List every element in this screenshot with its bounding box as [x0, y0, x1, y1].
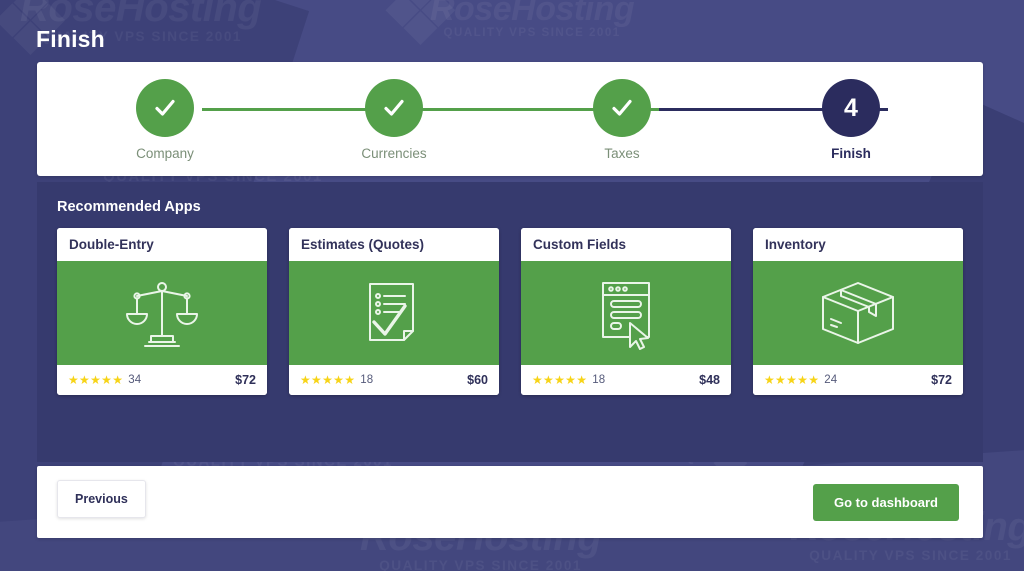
app-price: $72: [931, 373, 952, 387]
document-check-icon: [369, 283, 414, 341]
app-rating: ★★★★★ 18: [532, 374, 605, 386]
step-circle: [593, 79, 651, 137]
star-rating-icon: ★★★★★: [300, 373, 356, 387]
step-circle: 4: [822, 79, 880, 137]
step-circle: [365, 79, 423, 137]
rating-count: 24: [824, 374, 838, 386]
app-card-inventory[interactable]: Inventory ★★★★★ 24 $72: [753, 228, 963, 395]
package-box-icon: [822, 282, 894, 344]
setup-stepper-card: Company Currencies Taxes 4 Finish: [37, 62, 983, 176]
star-rating-icon: ★★★★★: [764, 373, 820, 387]
recommended-apps-title: Recommended Apps: [57, 199, 201, 215]
step-number: 4: [844, 93, 858, 122]
app-card-footer: ★★★★★ 18 $48: [521, 365, 731, 395]
app-price: $48: [699, 373, 720, 387]
app-price: $60: [467, 373, 488, 387]
check-icon: [384, 99, 404, 116]
app-rating: ★★★★★ 24: [764, 374, 837, 386]
stepper-item-label: Currencies: [361, 146, 427, 161]
app-card-artwork: [57, 261, 267, 365]
go-to-dashboard-button[interactable]: Go to dashboard: [813, 484, 959, 521]
app-card-artwork: [753, 261, 963, 365]
previous-button[interactable]: Previous: [57, 480, 146, 518]
form-window-cursor-icon: [602, 282, 650, 350]
page-title: Finish: [36, 26, 105, 52]
recommended-apps-panel: Recommended Apps Double-Entry ★★★★★ 34 $…: [37, 182, 983, 462]
stepper-item-finish[interactable]: 4 Finish: [798, 79, 904, 161]
app-card-footer: ★★★★★ 24 $72: [753, 365, 963, 395]
stepper-item-currencies[interactable]: Currencies: [341, 79, 447, 161]
app-card-title: Estimates (Quotes): [289, 228, 499, 261]
rating-count: 34: [128, 374, 142, 386]
app-card-title: Inventory: [753, 228, 963, 261]
stepper-item-label: Taxes: [604, 146, 640, 161]
app-card-artwork: [289, 261, 499, 365]
stepper-item-taxes[interactable]: Taxes: [569, 79, 675, 161]
star-rating-icon: ★★★★★: [532, 373, 588, 387]
app-rating: ★★★★★ 18: [300, 374, 373, 386]
app-card-artwork: [521, 261, 731, 365]
app-price: $72: [235, 373, 256, 387]
stepper: Company Currencies Taxes 4 Finish: [37, 62, 983, 176]
app-card-title: Double-Entry: [57, 228, 267, 261]
wizard-footer-bar: Previous Go to dashboard: [37, 466, 983, 538]
step-circle: [136, 79, 194, 137]
balance-scales-icon: [126, 282, 198, 347]
app-card-double-entry[interactable]: Double-Entry ★★★★★ 34 $72: [57, 228, 267, 395]
stepper-item-label: Finish: [831, 146, 871, 161]
rating-count: 18: [360, 374, 374, 386]
check-icon: [612, 99, 632, 116]
app-card-title: Custom Fields: [521, 228, 731, 261]
app-rating: ★★★★★ 34: [68, 374, 141, 386]
app-card-estimates-quotes[interactable]: Estimates (Quotes) ★★★★★ 18 $60: [289, 228, 499, 395]
star-rating-icon: ★★★★★: [68, 373, 124, 387]
stepper-item-company[interactable]: Company: [112, 79, 218, 161]
app-cards-row: Double-Entry ★★★★★ 34 $72 Estimates (Quo…: [57, 228, 963, 395]
app-card-footer: ★★★★★ 18 $60: [289, 365, 499, 395]
app-card-custom-fields[interactable]: Custom Fields ★★★★★ 18 $48: [521, 228, 731, 395]
rating-count: 18: [592, 374, 606, 386]
app-card-footer: ★★★★★ 34 $72: [57, 365, 267, 395]
check-icon: [155, 99, 175, 116]
stepper-item-label: Company: [136, 146, 194, 161]
finish-setup-page: Finish Company Currencies Taxes 4 Finish…: [0, 0, 1024, 571]
